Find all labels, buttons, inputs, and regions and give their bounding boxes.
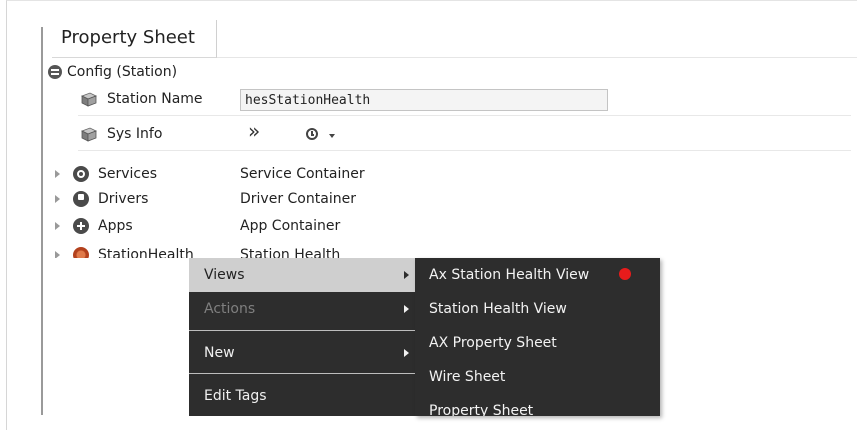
property-cube-icon (81, 127, 97, 142)
expand-arrow-icon[interactable] (55, 251, 60, 258)
expand-arrow-icon[interactable] (55, 170, 60, 178)
tree-item-apps[interactable]: Apps App Container (45, 215, 851, 237)
tree-item-name: StationHealth (98, 247, 194, 258)
sys-info-row: Sys Info » (78, 120, 851, 151)
left-rule (41, 27, 43, 415)
context-menu: Views Actions New Edit Tags (189, 258, 415, 416)
default-view-dot-icon (619, 268, 631, 280)
submenu-arrow-icon (404, 305, 409, 313)
double-chevron-right-icon[interactable]: » (248, 120, 260, 143)
tab-property-sheet[interactable]: Property Sheet (52, 20, 217, 58)
tree-item-drivers[interactable]: Drivers Driver Container (45, 188, 851, 210)
expand-arrow-icon[interactable] (55, 195, 60, 203)
sys-info-label: Sys Info (107, 126, 163, 142)
menu-item-label: New (204, 345, 235, 361)
property-cube-icon (81, 92, 97, 107)
menu-item-actions[interactable]: Actions (189, 292, 415, 326)
tree-item-stationhealth[interactable]: StationHealth Station Health (45, 244, 851, 258)
menu-separator (189, 330, 415, 331)
tree-item-description: Service Container (240, 166, 365, 182)
apps-icon (73, 218, 89, 234)
submenu-item-label: Ax Station Health View (429, 267, 590, 283)
submenu-arrow-icon (404, 271, 409, 279)
station-name-field[interactable]: hesStationHealth (240, 89, 608, 111)
submenu-item-label: Wire Sheet (429, 369, 506, 385)
menu-item-new[interactable]: New (189, 336, 415, 370)
tree-item-name: Services (98, 166, 158, 182)
collapse-circle-icon[interactable] (48, 65, 62, 79)
views-submenu: Ax Station Health View Station Health Vi… (415, 258, 660, 416)
menu-item-label: Edit Tags (204, 388, 267, 404)
menu-item-views[interactable]: Views (189, 258, 415, 292)
services-icon (73, 166, 89, 182)
tree-item-description: Station Health (240, 247, 341, 258)
station-health-icon (73, 247, 89, 258)
tree-item-services[interactable]: Services Service Container (45, 163, 851, 185)
menu-item-label: Views (204, 267, 245, 283)
drivers-icon (73, 191, 89, 207)
station-name-row: Station Name hesStationHealth (78, 85, 851, 116)
divider (217, 57, 857, 58)
config-label: Config (Station) (67, 64, 178, 80)
tree-item-description: App Container (240, 218, 341, 234)
submenu-item-label: AX Property Sheet (429, 335, 557, 351)
submenu-item-property-sheet[interactable]: Property Sheet (415, 394, 660, 416)
menu-item-label: Actions (204, 301, 256, 317)
caret-down-icon[interactable] (329, 134, 335, 138)
tree-item-name: Apps (98, 218, 133, 234)
expand-arrow-icon[interactable] (55, 222, 60, 230)
submenu-item-label: Property Sheet (429, 403, 534, 416)
menu-item-edit-tags[interactable]: Edit Tags (189, 379, 415, 413)
submenu-item-ax-station-health-view[interactable]: Ax Station Health View (415, 258, 660, 292)
tree-item-name: Drivers (98, 191, 149, 207)
clock-icon[interactable] (306, 128, 318, 140)
submenu-item-ax-property-sheet[interactable]: AX Property Sheet (415, 326, 660, 360)
submenu-item-label: Station Health View (429, 301, 567, 317)
station-name-label: Station Name (107, 91, 203, 107)
submenu-item-station-health-view[interactable]: Station Health View (415, 292, 660, 326)
submenu-arrow-icon (404, 349, 409, 357)
tree-item-description: Driver Container (240, 191, 356, 207)
menu-separator (189, 373, 415, 374)
submenu-item-wire-sheet[interactable]: Wire Sheet (415, 360, 660, 394)
